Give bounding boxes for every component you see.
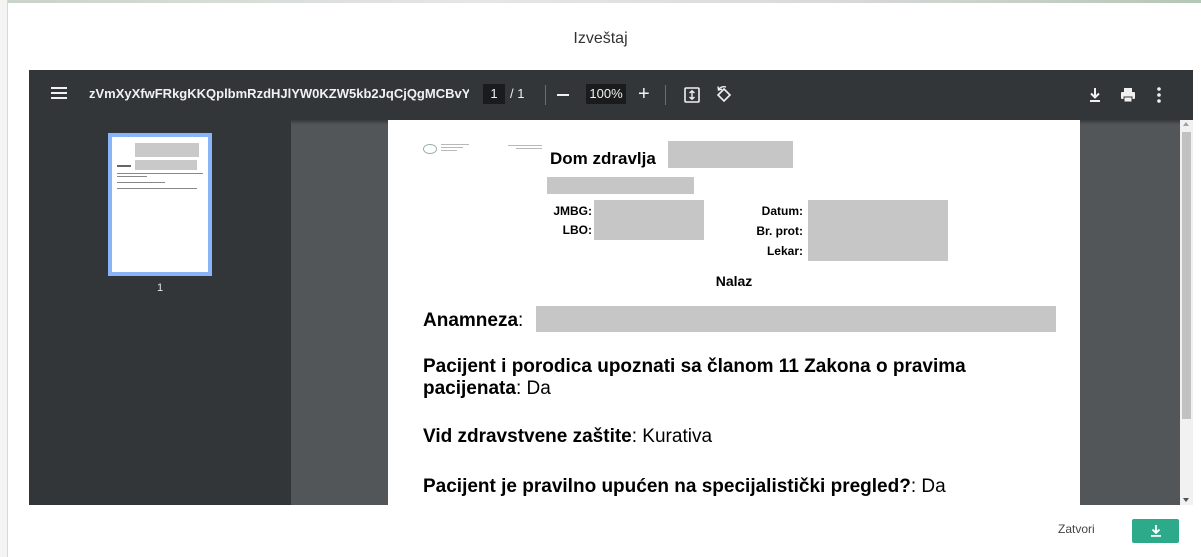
pdf-toolbar: zVmXyXfwFRkgKKQplbmRzdHJlYW0KZW5kb2JqCjQ…: [29, 70, 1193, 120]
thumb-text-line: [117, 188, 197, 189]
fit-page-icon[interactable]: [683, 86, 701, 104]
rights-label-cont: pacijenata: [423, 378, 516, 399]
scroll-up-icon[interactable]: [1183, 122, 1189, 126]
background-edge: [0, 0, 8, 557]
document-title: Dom zdravlja: [550, 149, 656, 168]
section-heading: Nalaz: [715, 273, 753, 289]
care-type-value: : Kurativa: [631, 426, 713, 447]
redacted-patient-ids: [594, 200, 704, 240]
rights-label: Pacijent i porodica upoznati sa članom 1…: [423, 356, 966, 377]
header-small-text: [441, 144, 469, 145]
report-dialog: Izveštaj zVmXyXfwFRkgKKQplbmRzdHJlYW0KZW…: [0, 0, 1201, 557]
clinic-logo-icon: [423, 144, 437, 154]
redacted-clinic-name: [668, 141, 793, 168]
thumb-text-line: [117, 176, 147, 177]
referral-value: : Da: [910, 476, 946, 497]
jmbg-label: JMBG:: [553, 204, 592, 218]
rights-line: Pacijent i porodica upoznati sa članom 1…: [423, 356, 966, 400]
anamneza-colon: :: [518, 310, 524, 331]
close-button[interactable]: Zatvori: [1058, 522, 1095, 536]
header-small-text: [508, 145, 542, 146]
thumb-text-line: [117, 165, 131, 167]
thumbnail-sidebar: 1: [29, 120, 291, 505]
doctor-label: Lekar:: [766, 244, 803, 258]
toolbar-divider: [665, 85, 666, 105]
referral-label: Pacijent je pravilno upućen na specijali…: [423, 476, 911, 497]
thumb-redaction: [135, 143, 199, 157]
thumb-text-line: [117, 182, 165, 183]
scroll-thumb[interactable]: [1182, 132, 1191, 419]
anamneza-line: Anamneza:: [423, 310, 523, 332]
page-count: / 1: [510, 86, 524, 101]
redacted-address: [547, 177, 694, 194]
scroll-down-icon[interactable]: [1183, 498, 1189, 502]
zoom-in-icon[interactable]: +: [638, 84, 650, 104]
redacted-visit-details: [808, 200, 948, 261]
rights-value: : Da: [515, 378, 551, 399]
datum-label: Datum:: [761, 204, 803, 218]
pdf-filename: zVmXyXfwFRkgKKQplbmRzdHJlYW0KZW5kb2JqCjQ…: [89, 86, 469, 101]
page-thumbnail[interactable]: [108, 133, 212, 276]
lbo-label: LBO:: [562, 223, 592, 237]
total-pages: 1: [517, 86, 525, 101]
download-icon: [1150, 525, 1161, 537]
anamneza-label: Anamneza: [423, 310, 519, 331]
zoom-level-input[interactable]: 100%: [586, 84, 626, 104]
redacted-anamnesis: [536, 306, 1056, 332]
thumb-text-line: [117, 173, 203, 174]
header-small-text: [516, 148, 542, 149]
more-options-icon[interactable]: [1156, 86, 1162, 104]
background-strip: [0, 0, 1201, 3]
menu-icon[interactable]: [51, 87, 69, 101]
thumbnail-page-number: 1: [156, 282, 164, 294]
pdf-viewer: zVmXyXfwFRkgKKQplbmRzdHJlYW0KZW5kb2JqCjQ…: [29, 70, 1193, 505]
viewer-scrollbar[interactable]: [1180, 120, 1193, 505]
care-type-label: Vid zdravstvene zaštite: [423, 426, 632, 447]
print-icon[interactable]: [1119, 86, 1137, 104]
rotate-icon[interactable]: [714, 85, 734, 105]
page-separator: /: [510, 86, 514, 101]
header-small-text: [441, 147, 463, 148]
pdf-page: Dom zdravlja JMBG: LBO: Datum: Br. prot:…: [388, 120, 1080, 505]
referral-line: Pacijent je pravilno upućen na specijali…: [423, 476, 946, 498]
protocol-label: Br. prot:: [756, 224, 803, 238]
toolbar-divider: [545, 85, 546, 105]
download-icon[interactable]: [1087, 86, 1103, 104]
care-type-line: Vid zdravstvene zaštite: Kurativa: [423, 426, 712, 448]
dialog-title: Izveštaj: [573, 30, 628, 47]
page-number-input[interactable]: 1: [483, 84, 505, 104]
download-button[interactable]: [1132, 519, 1179, 543]
thumb-redaction: [135, 160, 197, 170]
header-small-text: [441, 150, 457, 151]
zoom-out-icon[interactable]: [557, 94, 569, 96]
